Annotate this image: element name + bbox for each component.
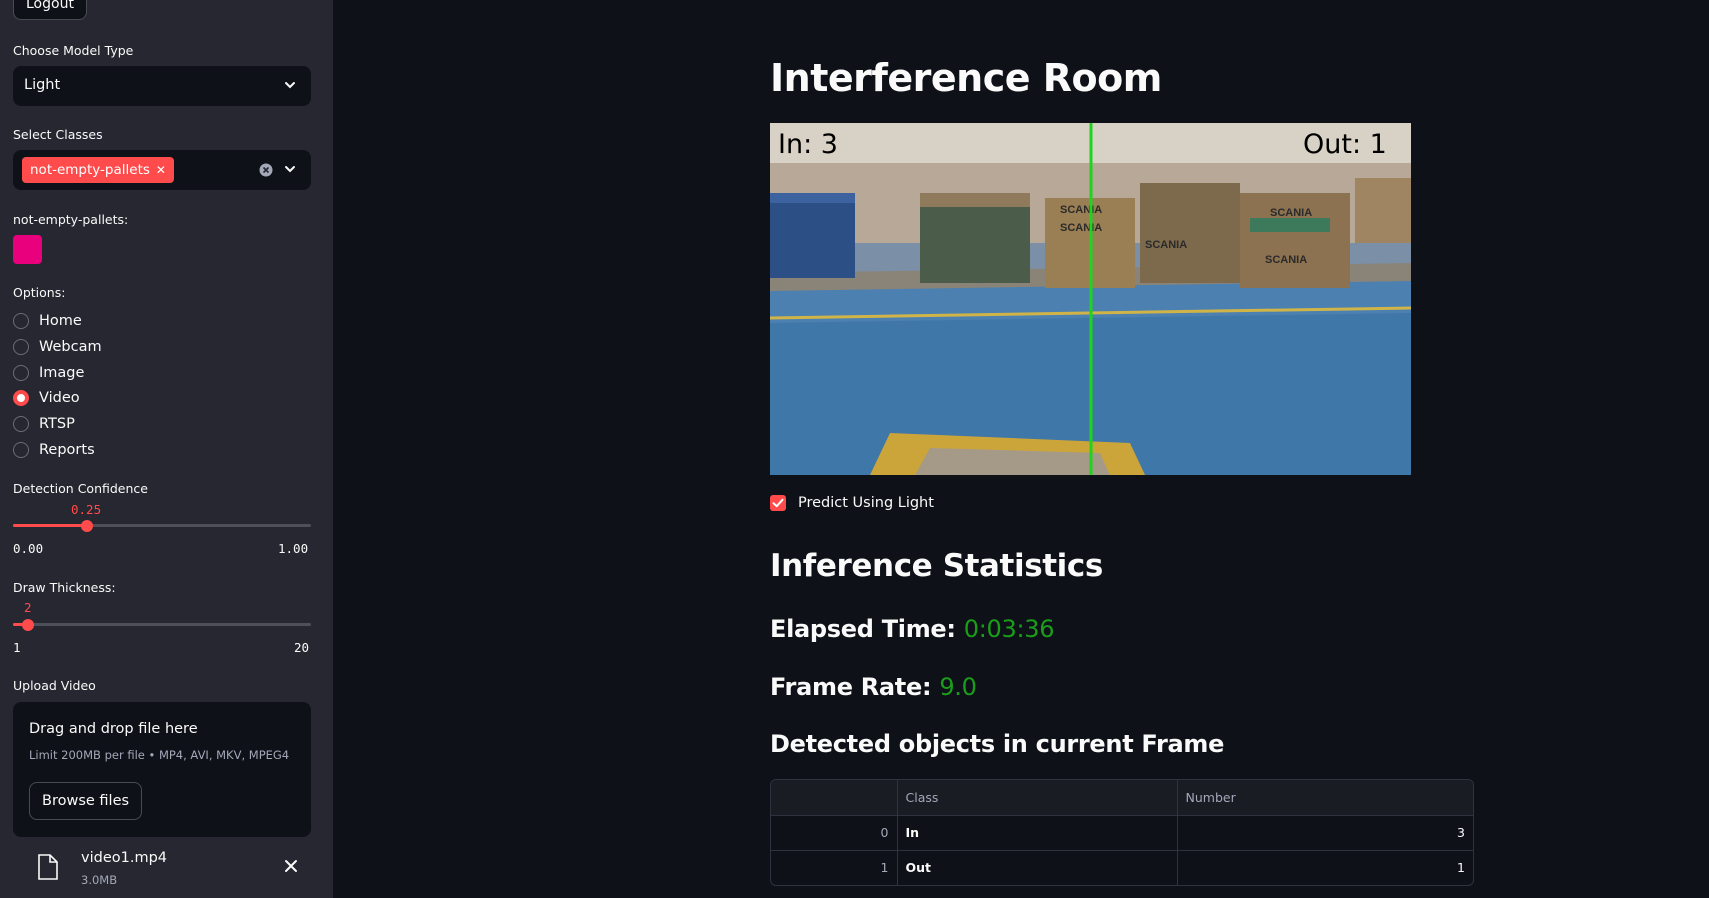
table-row: 1 Out 1 <box>771 850 1473 885</box>
dropzone-title: Drag and drop file here <box>29 721 198 737</box>
radio-label: Home <box>39 313 82 329</box>
checkbox-checked-icon <box>770 495 786 511</box>
crate-label: SCANIA <box>1265 254 1307 266</box>
radio-circle <box>13 339 29 355</box>
confidence-min: 0.00 <box>13 541 44 556</box>
browse-files-button[interactable]: Browse files <box>29 782 143 820</box>
row-index: 1 <box>771 850 898 885</box>
remove-file-icon[interactable] <box>283 858 299 874</box>
out-count-overlay: Out: 1 <box>1303 129 1387 160</box>
detected-title: Detected objects in current Frame <box>770 730 1225 758</box>
uploaded-file-row: video1.mp4 3.0MB <box>13 846 311 890</box>
elapsed-time-row: Elapsed Time: 0:03:36 <box>770 615 1054 643</box>
clear-all-icon[interactable] <box>259 163 273 177</box>
column-header: Number <box>1177 780 1473 816</box>
sidebar: Logout Choose Model Type Light Select Cl… <box>0 0 333 898</box>
elapsed-time-label: Elapsed Time: <box>770 615 956 643</box>
radio-label: RTSP <box>39 416 75 432</box>
row-class: In <box>897 815 1178 851</box>
options-label: Options: <box>13 285 66 300</box>
confidence-max: 1.00 <box>278 541 309 556</box>
crate-label: SCANIA <box>1060 222 1102 234</box>
row-number: 3 <box>1177 815 1473 851</box>
confidence-label: Detection Confidence <box>13 481 148 496</box>
confidence-slider-thumb[interactable] <box>81 520 93 532</box>
thickness-min: 1 <box>13 640 21 655</box>
radio-image[interactable]: Image <box>13 363 84 383</box>
class-color-picker[interactable] <box>13 235 42 264</box>
video-frame: SCANIA SCANIA SCANIA SCANIA SCANIA In: 3… <box>770 123 1411 475</box>
file-icon <box>38 854 58 880</box>
row-class: Out <box>897 850 1178 885</box>
frame-rate-row: Frame Rate: 9.0 <box>770 673 977 701</box>
file-size: 3.0MB <box>81 873 118 887</box>
class-tag-label: not-empty-pallets <box>30 162 150 178</box>
radio-circle <box>13 313 29 329</box>
frame-rate-label: Frame Rate: <box>770 673 932 701</box>
radio-label: Reports <box>39 442 95 458</box>
elapsed-time-value: 0:03:36 <box>963 615 1055 643</box>
predict-checkbox-label: Predict Using Light <box>798 495 934 511</box>
select-classes-multiselect[interactable]: not-empty-pallets ✕ <box>13 150 311 190</box>
thickness-label: Draw Thickness: <box>13 580 116 595</box>
radio-circle <box>13 442 29 458</box>
class-tag[interactable]: not-empty-pallets ✕ <box>22 157 174 183</box>
radio-webcam[interactable]: Webcam <box>13 337 102 357</box>
thickness-value: 2 <box>24 600 32 615</box>
logout-button[interactable]: Logout <box>13 0 87 20</box>
radio-label: Image <box>39 365 85 381</box>
column-header: Class <box>897 780 1178 816</box>
radio-circle-selected <box>13 390 29 406</box>
crate-label: SCANIA <box>1060 204 1102 216</box>
table-row: 0 In 3 <box>771 815 1473 851</box>
confidence-value: 0.25 <box>71 502 102 517</box>
detected-objects-table: Class Number 0 In 3 1 Out 1 <box>770 779 1474 886</box>
confidence-slider[interactable] <box>13 524 311 527</box>
chevron-down-icon <box>285 82 295 89</box>
stats-title: Inference Statistics <box>770 548 1103 584</box>
warehouse-video-image: SCANIA SCANIA SCANIA SCANIA SCANIA In: 3… <box>770 123 1411 475</box>
row-index: 0 <box>771 815 898 851</box>
radio-label: Webcam <box>39 339 102 355</box>
thickness-slider-thumb[interactable] <box>22 619 34 631</box>
crate-label: SCANIA <box>1270 207 1312 219</box>
thickness-slider[interactable] <box>13 623 311 626</box>
crate-label: SCANIA <box>1145 239 1187 251</box>
table-header-row: Class Number <box>771 780 1473 816</box>
tag-remove-icon[interactable]: ✕ <box>156 163 166 177</box>
upload-label: Upload Video <box>13 678 96 693</box>
radio-label: Video <box>39 390 80 406</box>
class-color-label: not-empty-pallets: <box>13 212 129 227</box>
model-type-select[interactable]: Light <box>13 66 311 106</box>
select-classes-label: Select Classes <box>13 127 103 142</box>
dropzone-limit: Limit 200MB per file • MP4, AVI, MKV, MP… <box>29 748 290 762</box>
predict-checkbox[interactable]: Predict Using Light <box>770 495 934 511</box>
model-type-label: Choose Model Type <box>13 43 134 58</box>
confidence-slider-fill <box>13 524 87 527</box>
thickness-max: 20 <box>294 640 310 655</box>
in-count-overlay: In: 3 <box>778 129 838 160</box>
file-dropzone[interactable]: Drag and drop file here Limit 200MB per … <box>13 702 311 837</box>
model-type-value: Light <box>24 77 61 93</box>
frame-rate-value: 9.0 <box>939 673 977 701</box>
chevron-down-icon <box>285 166 295 173</box>
radio-video[interactable]: Video <box>13 388 80 408</box>
radio-circle <box>13 365 29 381</box>
radio-reports[interactable]: Reports <box>13 440 95 460</box>
radio-rtsp[interactable]: RTSP <box>13 414 75 434</box>
radio-circle <box>13 416 29 432</box>
column-header <box>771 780 898 816</box>
radio-home[interactable]: Home <box>13 311 82 331</box>
file-name: video1.mp4 <box>81 850 167 866</box>
page-title: Interference Room <box>770 56 1162 100</box>
row-number: 1 <box>1457 860 1465 876</box>
